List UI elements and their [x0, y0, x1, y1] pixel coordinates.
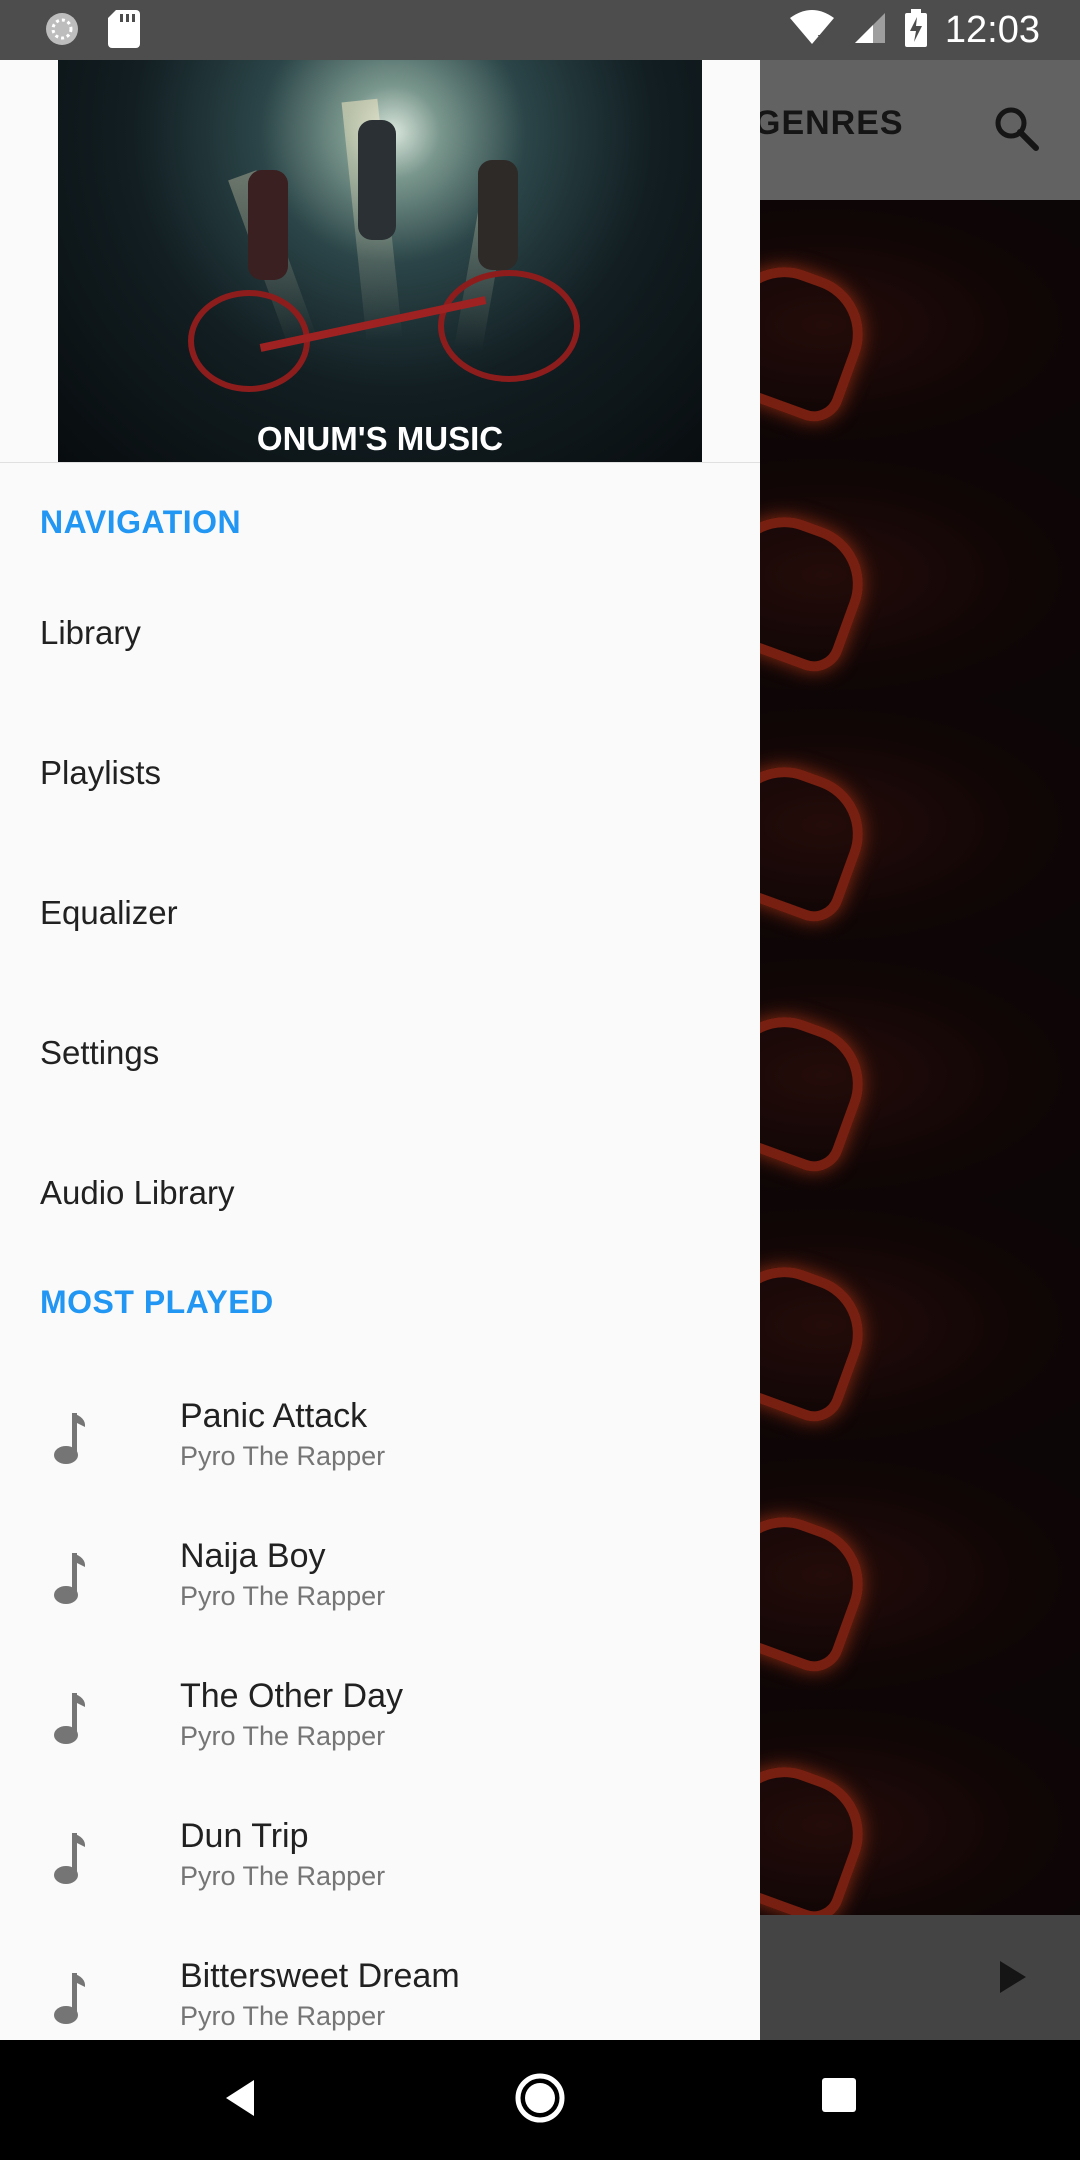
music-note-icon	[52, 1691, 88, 1750]
nav-item-label: Playlists	[40, 754, 162, 791]
recents-icon[interactable]	[822, 2078, 856, 2117]
battery-charging-icon	[904, 8, 927, 52]
header-image: ONUM'S MUSIC	[58, 60, 702, 462]
nav-item-label: Library	[40, 614, 141, 651]
music-note-icon	[52, 1831, 88, 1890]
signal-icon	[853, 11, 887, 50]
nav-item-equalizer[interactable]: Equalizer	[0, 843, 760, 983]
song-artist: Pyro The Rapper	[180, 2001, 386, 2031]
nav-item-label: Settings	[40, 1034, 160, 1071]
song-artist: Pyro The Rapper	[180, 1861, 386, 1891]
song-item[interactable]: Dun Trip Pyro The Rapper	[0, 1795, 760, 1935]
home-icon[interactable]	[514, 2072, 566, 2129]
navigation-drawer: ONUM'S MUSIC NAVIGATION Library Playlist…	[0, 60, 760, 2040]
nav-item-audio-library[interactable]: Audio Library	[0, 1123, 760, 1263]
nav-item-label: Audio Library	[40, 1174, 235, 1211]
song-artist: Pyro The Rapper	[180, 1721, 386, 1751]
status-bar: x 12:03	[0, 0, 1080, 60]
nav-item-library[interactable]: Library	[0, 563, 760, 703]
navigation-heading: NAVIGATION	[40, 504, 242, 540]
music-note-icon	[52, 1551, 88, 1610]
drawer-header-title: ONUM'S MUSIC	[256, 420, 504, 457]
song-title: The Other Day	[180, 1677, 403, 1715]
wifi-icon: x	[789, 9, 835, 51]
song-item[interactable]: Panic Attack Pyro The Rapper	[0, 1375, 760, 1515]
sync-icon	[44, 11, 80, 52]
song-artist: Pyro The Rapper	[180, 1441, 386, 1471]
nav-item-playlists[interactable]: Playlists	[0, 703, 760, 843]
song-title: Bittersweet Dream	[180, 1957, 460, 1995]
nav-item-label: Equalizer	[40, 894, 178, 931]
song-item[interactable]: Naija Boy Pyro The Rapper	[0, 1515, 760, 1655]
clock: 12:03	[944, 9, 1040, 51]
song-title: Naija Boy	[180, 1537, 326, 1575]
song-title: Panic Attack	[180, 1397, 368, 1435]
sd-card-icon	[108, 10, 140, 53]
most-played-heading: MOST PLAYED	[40, 1284, 274, 1320]
music-note-icon	[52, 1971, 88, 2030]
song-title: Dun Trip	[180, 1817, 309, 1855]
song-item[interactable]: The Other Day Pyro The Rapper	[0, 1655, 760, 1795]
song-artist: Pyro The Rapper	[180, 1581, 386, 1611]
back-icon[interactable]	[222, 2076, 258, 2125]
music-note-icon	[52, 1411, 88, 1470]
system-nav-bar	[0, 2040, 1080, 2160]
svg-text:x: x	[817, 29, 826, 46]
drawer-header: ONUM'S MUSIC	[0, 60, 760, 463]
nav-item-settings[interactable]: Settings	[0, 983, 760, 1123]
